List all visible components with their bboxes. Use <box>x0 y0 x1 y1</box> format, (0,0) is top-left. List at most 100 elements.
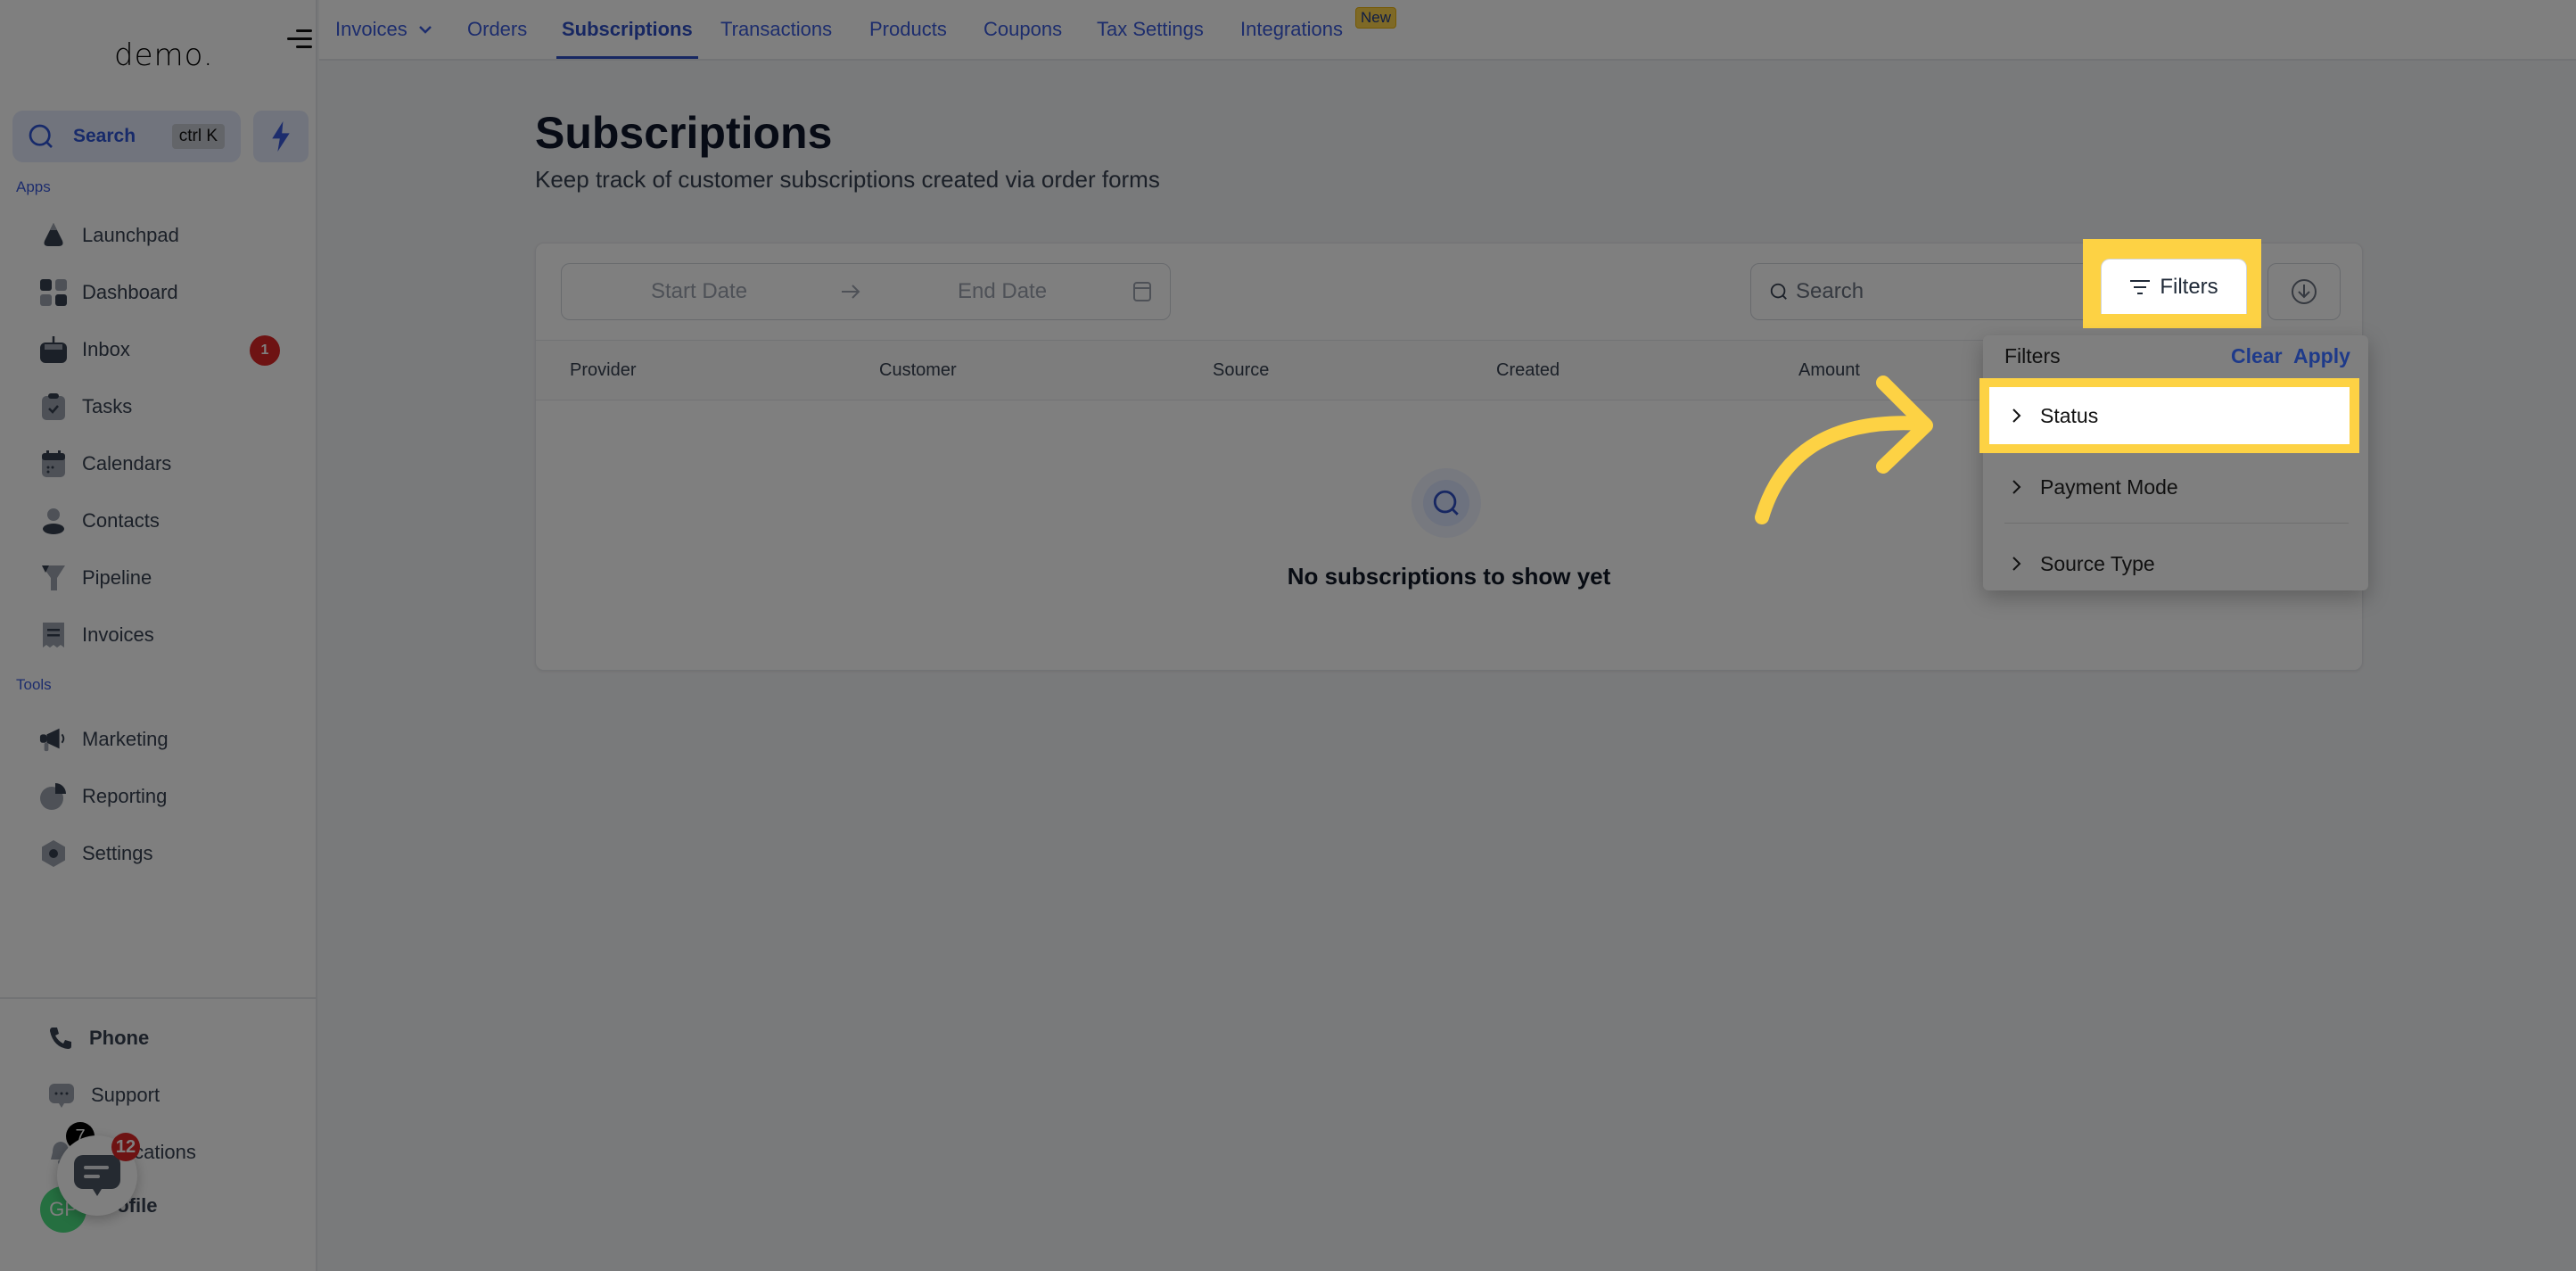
sidebar-item-marketing[interactable]: Marketing <box>39 722 298 757</box>
search-field[interactable] <box>1750 263 2098 320</box>
sidebar-item-label: Pipeline <box>82 566 152 589</box>
filter-status[interactable]: Status <box>1989 387 2350 444</box>
global-search-button[interactable]: Search ctrl K <box>12 111 241 162</box>
sidebar-item-label: Invoices <box>82 623 154 646</box>
tab-orders[interactable]: Orders <box>467 0 527 59</box>
tab-tax-settings[interactable]: Tax Settings <box>1097 0 1204 59</box>
date-range-picker[interactable]: Start Date End Date <box>561 263 1171 320</box>
clipboard-check-icon <box>39 392 68 421</box>
tab-products[interactable]: Products <box>869 0 947 59</box>
lightning-icon <box>272 121 290 152</box>
sidebar-item-launchpad[interactable]: Launchpad <box>39 218 298 253</box>
tab-label: Coupons <box>983 18 1063 40</box>
chevron-down-icon <box>418 26 432 34</box>
search-input[interactable] <box>1796 279 2063 304</box>
chat-widget-badge: 12 <box>111 1133 140 1161</box>
menu-line <box>296 45 312 48</box>
top-nav: Invoices Orders Subscriptions Transactio… <box>319 0 2576 61</box>
collapse-sidebar-button[interactable] <box>287 27 312 52</box>
sidebar-item-invoices[interactable]: Invoices <box>39 617 298 653</box>
tab-label: Products <box>869 18 947 40</box>
filters-button[interactable]: Filters <box>2101 259 2247 314</box>
sidebar-item-label: Dashboard <box>82 281 178 303</box>
column-created[interactable]: Created <box>1496 360 1560 381</box>
search-label: Search <box>73 126 136 146</box>
person-icon <box>39 507 68 535</box>
page-subtitle: Keep track of customer subscriptions cre… <box>535 166 1160 193</box>
filter-source-type[interactable]: Source Type <box>1983 537 2368 590</box>
chat-bubble-icon <box>49 1084 74 1108</box>
end-date-placeholder: End Date <box>958 279 1048 303</box>
empty-state-icon-inner <box>1423 480 1469 526</box>
tab-label: Subscriptions <box>562 18 693 40</box>
tab-label: Transactions <box>720 18 833 40</box>
sidebar-item-settings[interactable]: Settings <box>39 836 298 871</box>
tools-section-label: Tools <box>16 676 52 693</box>
sidebar-item-label: Contacts <box>82 509 160 532</box>
sidebar-item-inbox[interactable]: Inbox 1 <box>39 332 298 367</box>
search-shortcut: ctrl K <box>171 124 225 149</box>
download-icon <box>2292 279 2317 304</box>
sidebar: demo. Search ctrl K Apps Launchpad Dashb… <box>0 0 317 1271</box>
sidebar-item-contacts[interactable]: Contacts <box>39 503 298 539</box>
tab-coupons[interactable]: Coupons <box>983 0 1062 59</box>
filter-payment-mode[interactable]: Payment Mode <box>1983 460 2368 514</box>
filter-divider <box>2004 523 2349 524</box>
chevron-right-icon <box>2012 480 2021 494</box>
tab-label: Invoices <box>335 18 407 40</box>
tab-label: Tax Settings <box>1097 18 1204 40</box>
sidebar-item-label: Tasks <box>82 395 133 417</box>
sidebar-item-label: Phone <box>89 1027 150 1049</box>
tab-integrations[interactable]: Integrations <box>1240 0 1343 59</box>
new-badge: New <box>1355 7 1397 29</box>
filters-button-label: Filters <box>2160 274 2218 299</box>
column-provider[interactable]: Provider <box>570 360 636 381</box>
clear-filters-button[interactable]: Clear <box>2231 344 2283 368</box>
rocket-icon <box>39 221 68 250</box>
column-customer[interactable]: Customer <box>879 360 957 381</box>
grid-icon <box>39 278 68 307</box>
sidebar-item-label: Support <box>91 1084 160 1106</box>
sidebar-item-reporting[interactable]: Reporting <box>39 779 298 814</box>
menu-line <box>287 37 312 40</box>
funnel-icon <box>39 564 68 592</box>
sidebar-item-pipeline[interactable]: Pipeline <box>39 560 298 596</box>
chevron-right-icon <box>2012 557 2021 571</box>
tab-subscriptions[interactable]: Subscriptions <box>556 0 698 59</box>
sidebar-item-label: Reporting <box>82 785 168 807</box>
start-date-placeholder: Start Date <box>651 279 748 303</box>
receipt-icon <box>39 621 68 649</box>
inbox-icon <box>39 335 68 364</box>
empty-state-icon <box>1411 468 1481 538</box>
sidebar-item-dashboard[interactable]: Dashboard <box>39 275 298 310</box>
sidebar-item-tasks[interactable]: Tasks <box>39 389 298 425</box>
filter-label: Payment Mode <box>2040 475 2178 499</box>
filter-icon <box>2130 279 2151 294</box>
sidebar-item-phone[interactable]: Phone <box>48 1020 149 1056</box>
tab-transactions[interactable]: Transactions <box>720 0 832 59</box>
gear-icon <box>39 839 68 868</box>
phone-icon <box>50 1028 71 1049</box>
sidebar-item-label: Calendars <box>82 452 172 475</box>
sidebar-divider <box>0 997 317 999</box>
sidebar-item-support[interactable]: Support <box>48 1077 160 1113</box>
sidebar-item-calendars[interactable]: Calendars <box>39 446 298 482</box>
logo: demo. <box>114 37 214 73</box>
menu-line <box>296 29 312 32</box>
megaphone-icon <box>39 725 68 754</box>
tab-label: Orders <box>467 18 528 40</box>
filter-label: Source Type <box>2040 551 2155 575</box>
annotation-arrow-icon <box>1755 376 1933 524</box>
quick-actions-button[interactable] <box>253 111 309 162</box>
search-icon <box>29 124 53 148</box>
tab-label: Integrations <box>1240 18 1343 40</box>
tab-invoices[interactable]: Invoices <box>335 0 432 59</box>
filter-label: Status <box>2040 403 2099 427</box>
chevron-right-icon <box>2012 409 2021 423</box>
calendar-icon <box>1133 282 1151 301</box>
pie-chart-icon <box>39 782 68 811</box>
apply-filters-button[interactable]: Apply <box>2293 344 2350 368</box>
download-button[interactable] <box>2267 263 2341 320</box>
column-source[interactable]: Source <box>1213 360 1269 381</box>
sidebar-item-label: Marketing <box>82 728 169 750</box>
